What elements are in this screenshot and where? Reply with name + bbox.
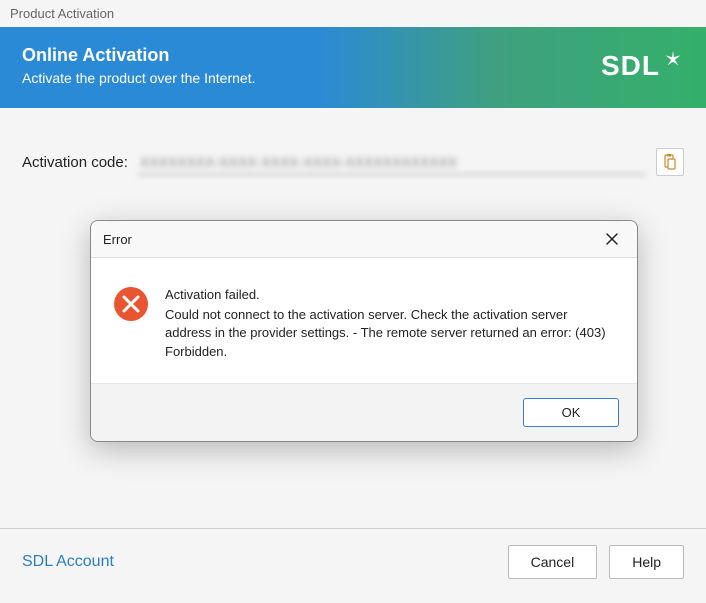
- footer: SDL Account Cancel Help: [0, 528, 706, 603]
- activation-code-input[interactable]: [138, 150, 646, 175]
- error-icon: [113, 286, 149, 322]
- sdl-logo: SDL: [601, 50, 684, 82]
- paste-button[interactable]: [656, 148, 684, 176]
- banner: Online Activation Activate the product o…: [0, 27, 706, 108]
- footer-buttons: Cancel Help: [508, 545, 684, 579]
- activation-row: Activation code:: [22, 148, 684, 176]
- banner-text: Online Activation Activate the product o…: [22, 45, 255, 86]
- close-button[interactable]: [597, 227, 627, 251]
- error-message: Could not connect to the activation serv…: [165, 306, 615, 361]
- banner-subtitle: Activate the product over the Internet.: [22, 70, 255, 86]
- close-icon: [606, 233, 618, 245]
- error-headline: Activation failed.: [165, 286, 615, 304]
- sdl-account-link[interactable]: SDL Account: [22, 553, 114, 571]
- dialog-titlebar: Error: [91, 221, 637, 258]
- error-text: Activation failed. Could not connect to …: [165, 286, 615, 361]
- dialog-footer: OK: [91, 384, 637, 441]
- ok-button[interactable]: OK: [523, 398, 619, 427]
- banner-title: Online Activation: [22, 45, 255, 66]
- dialog-title: Error: [103, 232, 132, 247]
- cancel-button[interactable]: Cancel: [508, 545, 598, 579]
- logo-text: SDL: [601, 50, 660, 82]
- activation-label: Activation code:: [22, 154, 128, 171]
- help-button[interactable]: Help: [609, 545, 684, 579]
- dialog-body: Activation failed. Could not connect to …: [91, 258, 637, 384]
- clipboard-icon: [663, 154, 677, 170]
- form-area: Activation code:: [0, 108, 706, 176]
- window-title: Product Activation: [0, 0, 706, 27]
- star-icon: [662, 48, 684, 70]
- error-dialog: Error Activation failed. Could not conne…: [90, 220, 638, 442]
